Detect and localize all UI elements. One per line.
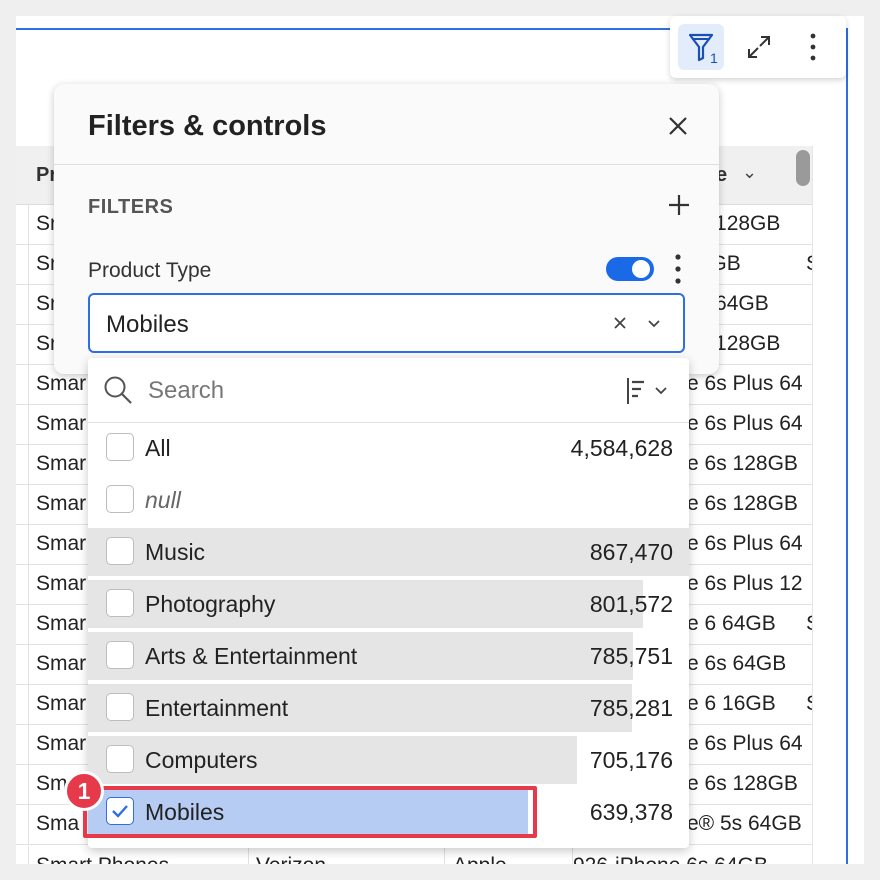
option-arts-entertainment[interactable]: Arts & Entertainment 785,751 (88, 632, 689, 680)
filter-button[interactable]: 1 (678, 24, 724, 70)
option-music[interactable]: Music 867,470 (88, 528, 689, 576)
table-cell: Smar (36, 492, 87, 515)
chevron-down-icon[interactable] (644, 313, 664, 333)
option-label: All (145, 435, 171, 461)
option-count: 801,572 (589, 591, 673, 617)
search-icon (104, 376, 132, 404)
table-cell: Smar (36, 612, 87, 635)
table-cell: Sma (36, 812, 80, 835)
option-count: 785,751 (589, 643, 673, 669)
table-cell: e 6s 128GB (687, 492, 798, 515)
table-cell: e 6s Plus 64 (687, 412, 803, 435)
table-cell: Apple (453, 854, 507, 864)
option-checkbox[interactable] (106, 745, 134, 773)
option-count: 785,281 (589, 695, 673, 721)
table-cell: Smar (36, 692, 87, 715)
table-cell: e 6s 64GB (687, 652, 787, 675)
table-cell: e 6s 128GB (687, 452, 798, 475)
scrollbar-track (812, 146, 813, 864)
option-computers[interactable]: Computers 705,176 (88, 736, 689, 784)
card-focus-border (846, 28, 848, 864)
filter-toggle[interactable] (606, 257, 654, 281)
step-marker: 1 (64, 771, 104, 811)
table-cell: e 6s Plus 64 (687, 532, 803, 555)
option-checkbox[interactable] (106, 485, 134, 513)
expand-icon (748, 36, 770, 58)
table-cell: e 6s Plus 64 (687, 372, 803, 395)
option-checkbox[interactable] (106, 433, 134, 461)
option-count: 639,378 (589, 799, 673, 825)
plus-icon[interactable] (666, 192, 692, 218)
option-checkbox[interactable] (106, 641, 134, 669)
table-row: Smart Phones Verizon Apple 926-iPhone 6s… (16, 846, 812, 864)
search-row (88, 358, 689, 423)
table-cell: e 6 64GB (687, 612, 776, 635)
option-label: Entertainment (145, 695, 289, 721)
sort-icon[interactable] (622, 376, 674, 406)
element-toolbar: 1 (670, 16, 846, 78)
option-label: null (145, 487, 181, 513)
table-cell: e 6s 128GB (687, 772, 798, 795)
close-icon[interactable] (664, 112, 692, 140)
option-entertainment[interactable]: Entertainment 785,281 (88, 684, 689, 732)
table-cell: Smar (36, 572, 87, 595)
filter-count-badge: 1 (710, 50, 718, 66)
table-cell: e® 5s 64GB (687, 812, 802, 835)
chevron-down-icon[interactable]: ⌄ (742, 162, 757, 183)
search-input[interactable] (146, 372, 590, 410)
option-count: 4,584,628 (570, 435, 673, 461)
table-cell: 926-iPhone 6s 64GB (573, 854, 768, 864)
option-label: Computers (145, 747, 258, 773)
table-cell: Smar (36, 652, 87, 675)
table-cell: Smart Phones (36, 854, 169, 864)
table-cell: Smar (36, 532, 87, 555)
option-label: Music (145, 539, 206, 565)
option-count: 705,176 (589, 747, 673, 773)
more-options-button[interactable] (790, 24, 836, 70)
highlight-box (83, 786, 537, 838)
option-all[interactable]: All 4,584,628 (88, 424, 689, 472)
filters-panel: Filters & controls FILTERS Product Type … (54, 84, 719, 374)
table-cell: e 6s Plus 64 (687, 732, 803, 755)
table-cell: e 6s Plus 12 (687, 572, 803, 595)
table-cell: Smar (36, 412, 87, 435)
product-type-dropdown: All 4,584,628 null Music 867,470 Photography 8… (88, 358, 689, 848)
option-photography[interactable]: Photography 801,572 (88, 580, 689, 628)
divider (54, 164, 719, 165)
scrollbar-thumb[interactable] (796, 150, 810, 186)
more-vertical-icon[interactable] (668, 252, 688, 286)
expand-button[interactable] (736, 24, 782, 70)
option-label: Arts & Entertainment (145, 643, 358, 669)
more-vertical-icon (810, 33, 816, 61)
clear-icon[interactable] (610, 313, 630, 333)
toggle-knob (632, 260, 650, 278)
option-checkbox[interactable] (106, 589, 134, 617)
option-null[interactable]: null (88, 476, 689, 524)
option-label: Photography (145, 591, 276, 617)
section-label: FILTERS (88, 196, 174, 218)
filter-label: Product Type (88, 259, 212, 282)
option-count: 867,470 (589, 539, 673, 565)
option-checkbox[interactable] (106, 537, 134, 565)
table-cell: Verizon (256, 854, 326, 864)
product-type-select[interactable]: Mobiles (88, 293, 685, 353)
option-checkbox[interactable] (106, 693, 134, 721)
table-cell: Smar (36, 732, 87, 755)
panel-title: Filters & controls (88, 110, 327, 142)
table-cell: Smar (36, 372, 87, 395)
table-cell: Smar (36, 452, 87, 475)
table-cell: e 6 16GB (687, 692, 776, 715)
selected-value: Mobiles (106, 311, 189, 338)
